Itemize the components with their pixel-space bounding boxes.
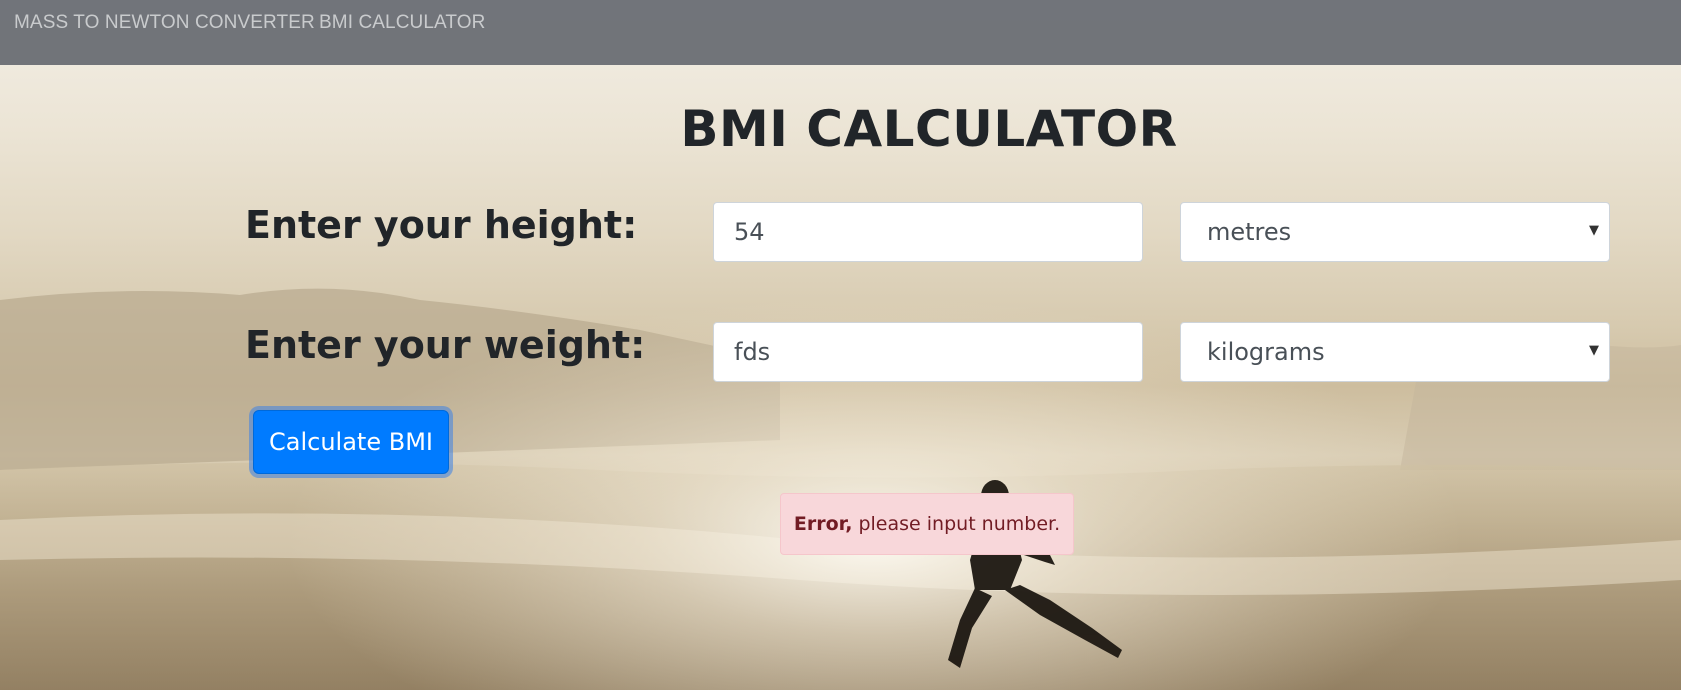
- error-alert: Error, please input number.: [780, 493, 1074, 555]
- chevron-down-icon: ▼: [1589, 343, 1599, 358]
- calculate-bmi-button[interactable]: Calculate BMI: [253, 410, 449, 474]
- height-input[interactable]: 54: [713, 202, 1143, 262]
- height-unit-value: metres: [1207, 218, 1292, 246]
- nav-link-mass-to-newton-converter[interactable]: MASS TO NEWTON CONVERTER: [14, 12, 315, 34]
- weight-unit-select[interactable]: kilograms ▼: [1180, 322, 1610, 382]
- top-navbar: MASS TO NEWTON CONVERTER BMI CALCULATOR: [0, 0, 1681, 65]
- page-title: BMI CALCULATOR: [680, 100, 1178, 158]
- weight-label: Enter your weight:: [245, 323, 646, 367]
- error-alert-message: please input number.: [858, 513, 1061, 535]
- height-label: Enter your height:: [245, 203, 638, 247]
- bmi-page: MASS TO NEWTON CONVERTER BMI CALCULATOR …: [0, 0, 1681, 690]
- chevron-down-icon: ▼: [1589, 223, 1599, 238]
- weight-unit-value: kilograms: [1207, 338, 1325, 366]
- height-unit-select[interactable]: metres ▼: [1180, 202, 1610, 262]
- error-alert-strong: Error,: [793, 513, 853, 535]
- weight-input[interactable]: fds: [713, 322, 1143, 382]
- nav-link-bmi-calculator[interactable]: BMI CALCULATOR: [319, 12, 485, 34]
